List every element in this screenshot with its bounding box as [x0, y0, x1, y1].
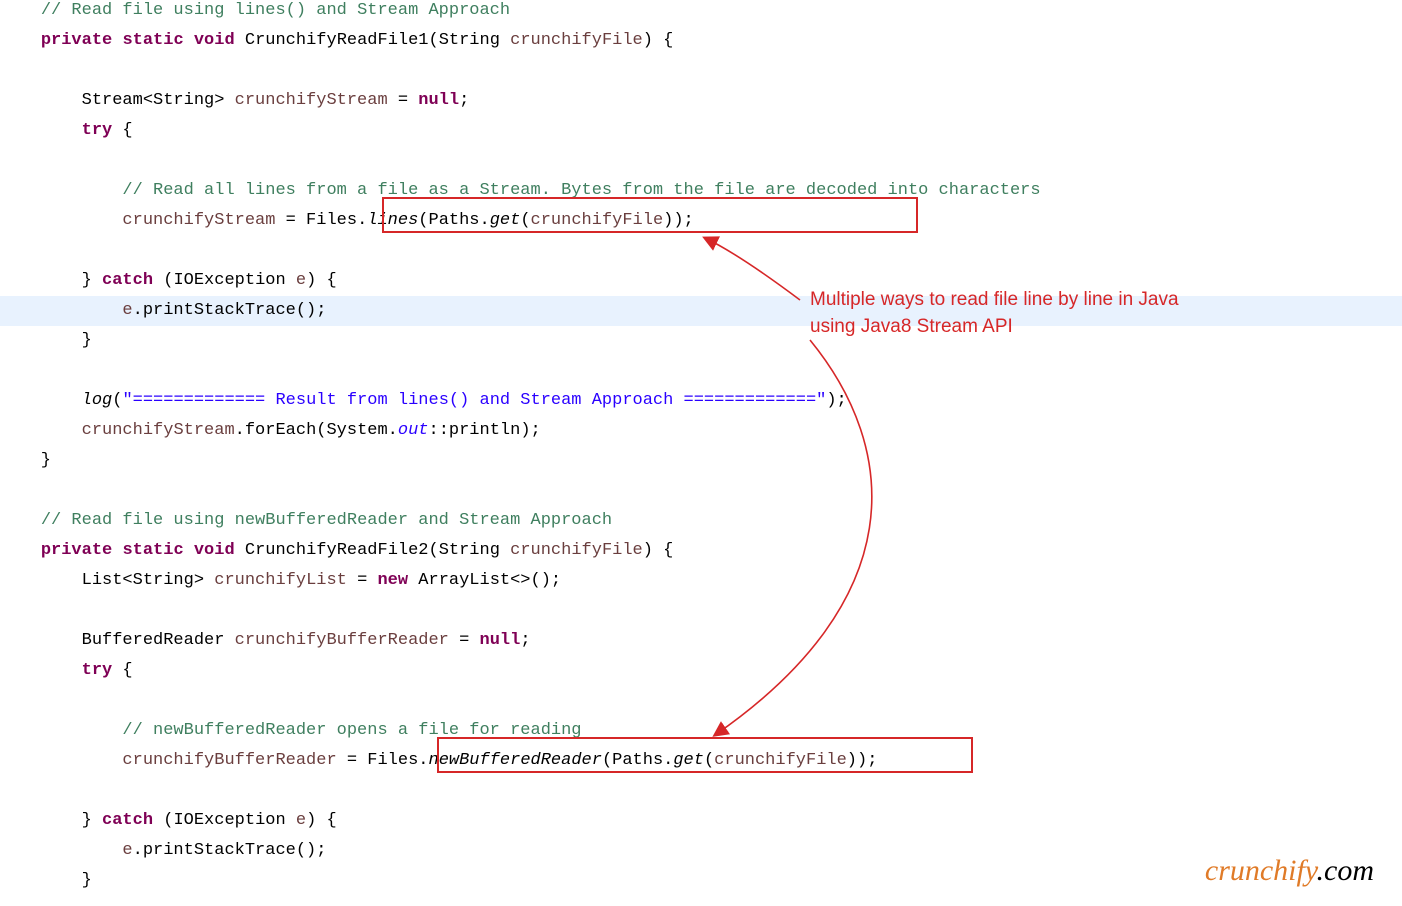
code-ident: e [122, 301, 132, 320]
code-field: out [398, 421, 429, 440]
code-text: Stream<String> [0, 91, 235, 110]
code-text [0, 841, 122, 860]
code-text: = [347, 571, 378, 590]
code-text: = Files. [337, 751, 429, 770]
code-text [0, 1, 41, 20]
code-keyword: try [82, 661, 113, 680]
code-text: CrunchifyReadFile1(String [235, 31, 510, 50]
code-text: (IOException [153, 271, 296, 290]
code-text [184, 31, 194, 50]
code-keyword: catch [102, 811, 153, 830]
highlight-box-2 [437, 737, 973, 773]
code-text [0, 391, 82, 410]
code-text [0, 751, 122, 770]
code-ident: crunchifyList [214, 571, 347, 590]
code-keyword: private [41, 31, 112, 50]
code-text: ::println); [429, 421, 541, 440]
code-text: List<String> [0, 571, 214, 590]
code-keyword: static [122, 31, 183, 50]
code-keyword: null [418, 91, 459, 110]
code-text [0, 31, 41, 50]
code-ident: crunchifyFile [510, 541, 643, 560]
code-text: } [0, 871, 92, 890]
code-text [112, 31, 122, 50]
code-text [0, 181, 122, 200]
code-keyword: private [41, 541, 112, 560]
code-text: } [0, 451, 51, 470]
code-comment: // Read file using newBufferedReader and… [41, 511, 612, 530]
logo-suffix: .com [1317, 854, 1374, 887]
code-text [0, 121, 82, 140]
code-text: ( [112, 391, 122, 410]
code-text: .printStackTrace(); [133, 301, 327, 320]
logo-brand: crunchify [1205, 854, 1317, 887]
code-text: ; [459, 91, 469, 110]
code-text [184, 541, 194, 560]
code-keyword: null [480, 631, 521, 650]
code-text [0, 421, 82, 440]
code-text [0, 511, 41, 530]
code-text: } [0, 331, 92, 350]
code-keyword: static [122, 541, 183, 560]
code-text: ) { [643, 31, 674, 50]
code-text [0, 721, 122, 740]
code-method: log [82, 391, 113, 410]
annotation-text: Multiple ways to read file line by line … [810, 286, 1179, 340]
code-keyword: catch [102, 271, 153, 290]
code-comment: // Read file using lines() and Stream Ap… [41, 1, 510, 20]
code-ident: crunchifyBufferReader [235, 631, 449, 650]
code-text: ArrayList<>(); [408, 571, 561, 590]
code-keyword: try [82, 121, 113, 140]
code-string: "============= Result from lines() and S… [122, 391, 826, 410]
code-ident: e [296, 811, 306, 830]
code-ident: crunchifyStream [82, 421, 235, 440]
code-text: ); [826, 391, 846, 410]
code-text: { [112, 121, 132, 140]
code-text: .printStackTrace(); [133, 841, 327, 860]
code-text: = [449, 631, 480, 650]
code-text: (IOException [153, 811, 296, 830]
code-text: ) { [306, 271, 337, 290]
code-text: { [112, 661, 132, 680]
code-text [0, 541, 41, 560]
code-text: ; [520, 631, 530, 650]
code-text: CrunchifyReadFile2(String [235, 541, 510, 560]
code-text: BufferedReader [0, 631, 235, 650]
code-keyword: new [377, 571, 408, 590]
code-ident: e [122, 841, 132, 860]
code-text: = Files. [275, 211, 367, 230]
code-text: } [0, 811, 102, 830]
code-text: } [0, 271, 102, 290]
code-text: ) { [643, 541, 674, 560]
code-keyword: void [194, 541, 235, 560]
code-text [0, 211, 122, 230]
code-keyword: void [194, 31, 235, 50]
code-ident: e [296, 271, 306, 290]
highlight-box-1 [382, 197, 918, 233]
code-text: .forEach(System. [235, 421, 398, 440]
code-ident: crunchifyFile [510, 31, 643, 50]
code-ident: crunchifyBufferReader [122, 751, 336, 770]
code-text [0, 301, 122, 320]
code-ident: crunchifyStream [235, 91, 388, 110]
code-text [112, 541, 122, 560]
site-logo: crunchify.com [1205, 856, 1374, 886]
code-text: ) { [306, 811, 337, 830]
code-text [0, 661, 82, 680]
code-ident: crunchifyStream [122, 211, 275, 230]
code-text: = [388, 91, 419, 110]
